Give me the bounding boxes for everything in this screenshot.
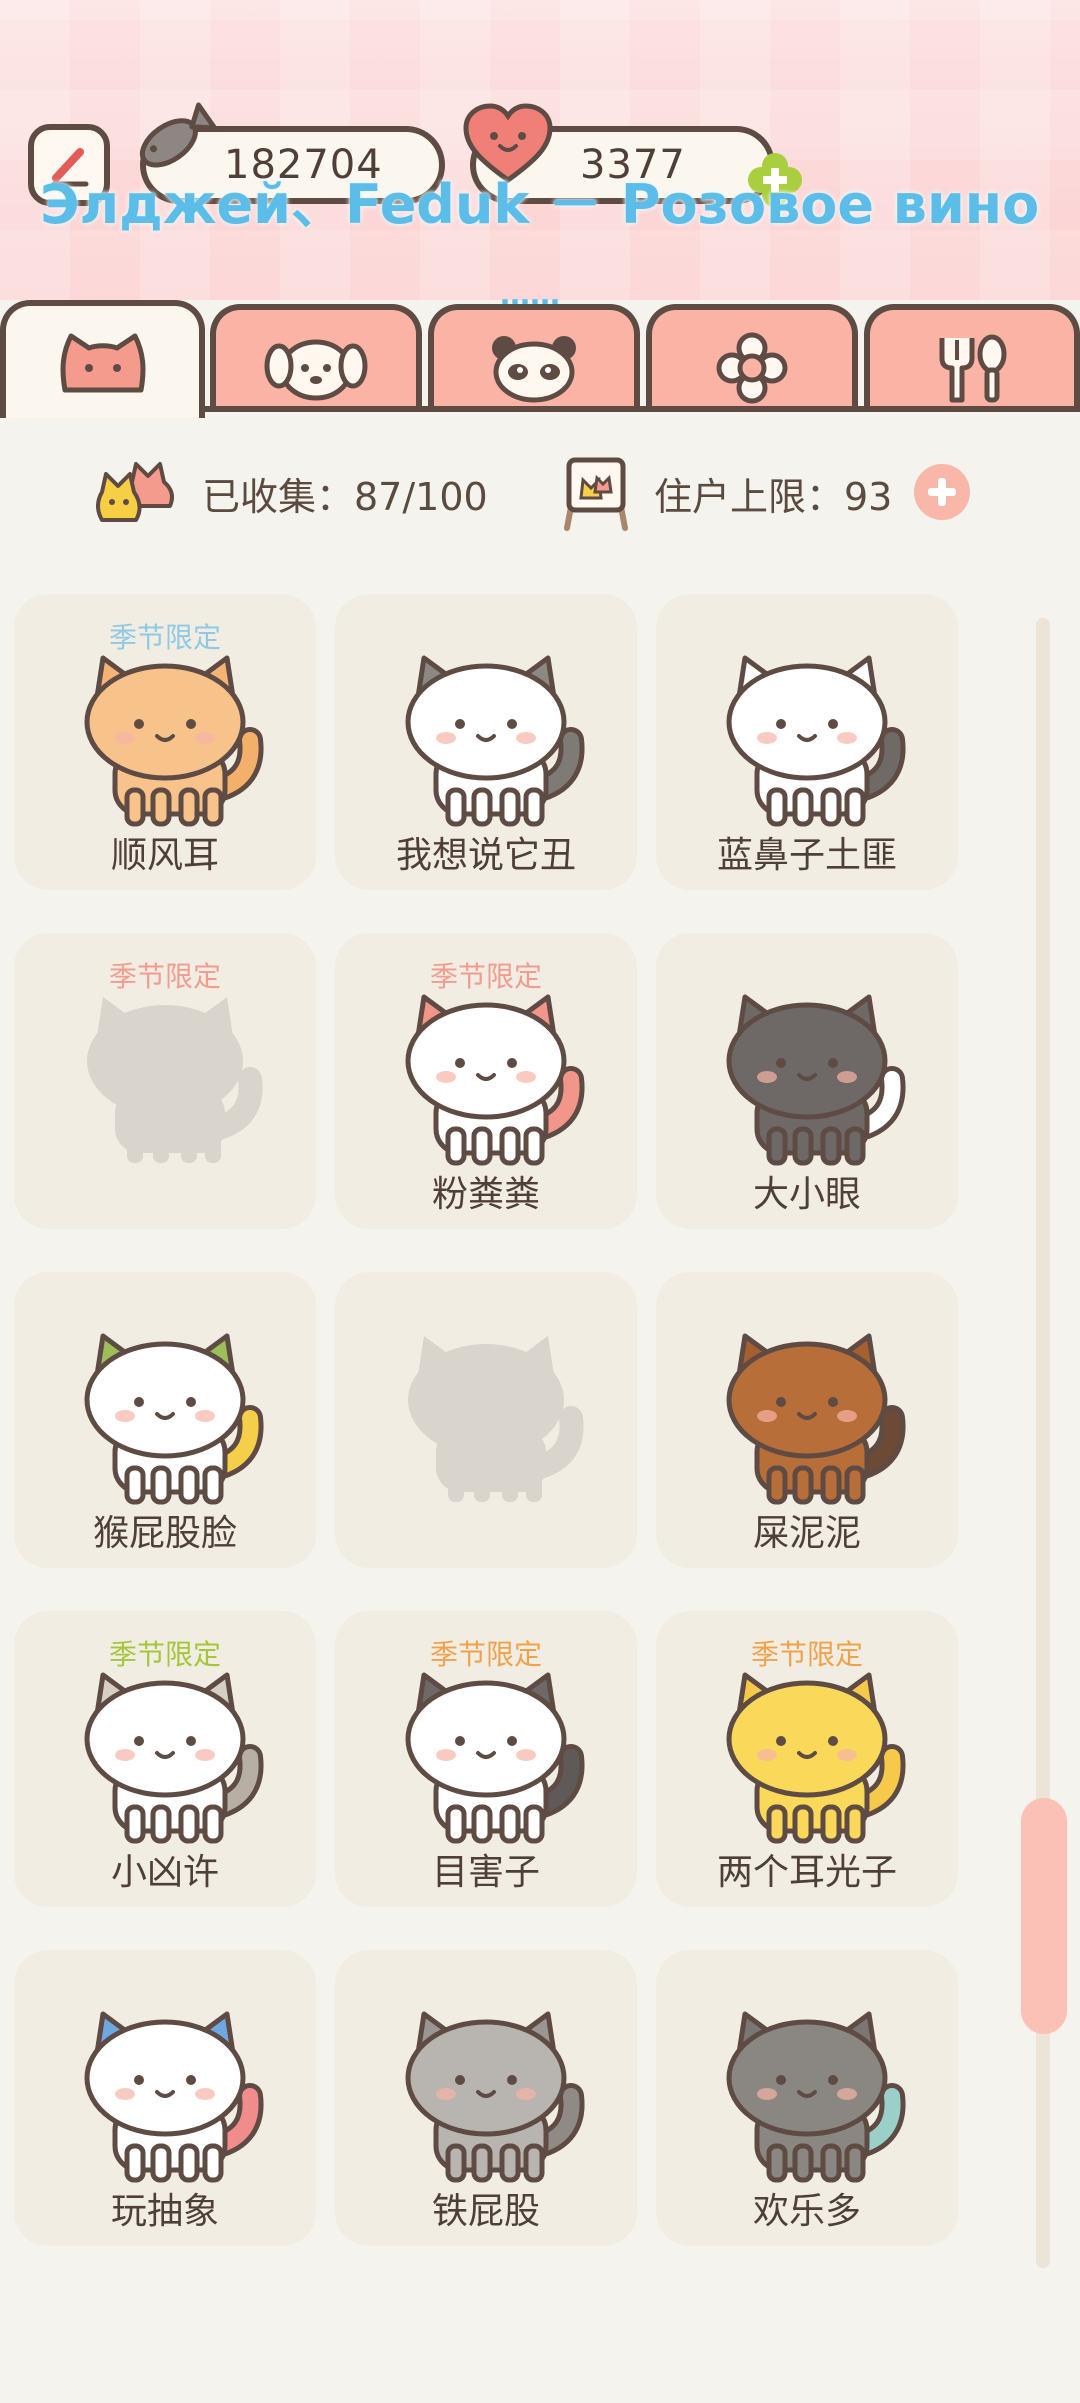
cat-name: 大小眼 — [752, 1174, 861, 1215]
cat-card[interactable]: 铁屁股 — [335, 1950, 637, 2246]
cat-card[interactable]: 我想说它丑 — [335, 594, 637, 890]
residence-sign-icon — [564, 457, 628, 531]
tab-underline — [200, 406, 1080, 412]
cat-illustration — [726, 994, 906, 1166]
cat-card[interactable]: 猴屁股脸 — [14, 1272, 316, 1568]
cat-card[interactable]: 季节限定 粉粪粪 — [335, 933, 637, 1229]
locked-cat-silhouette — [408, 1336, 584, 1502]
cat-illustration — [405, 655, 585, 827]
cat-name: 猴屁股脸 — [92, 1513, 237, 1554]
cat-card[interactable]: 欢乐多 — [656, 1950, 958, 2246]
cat-name: 铁屁股 — [431, 2191, 540, 2232]
cat-illustration — [726, 2011, 906, 2183]
cat-name: 欢乐多 — [752, 2191, 861, 2232]
cat-card[interactable]: 季节限定 小凶许 — [14, 1611, 316, 1907]
cat-card[interactable]: 玩抽象 — [14, 1950, 316, 2246]
cat-illustration — [84, 655, 264, 827]
cat-card[interactable]: 屎泥泥 — [656, 1272, 958, 1568]
stats-row: 已收集：87/100 住户上限：93 — [0, 440, 1080, 540]
flower-icon — [716, 332, 788, 404]
cat-card[interactable]: 季节限定 目害子 — [335, 1611, 637, 1907]
dog-face-icon — [264, 339, 368, 401]
cat-illustration — [84, 2011, 264, 2183]
tab-dogs[interactable] — [210, 304, 422, 412]
cat-name: 我想说它丑 — [395, 835, 576, 876]
cat-illustration — [726, 1672, 906, 1844]
cat-illustration — [405, 1672, 585, 1844]
tab-plants[interactable] — [646, 304, 858, 412]
cat-card[interactable] — [335, 1272, 637, 1568]
tab-pandas[interactable] — [428, 304, 640, 412]
cat-name: 玩抽象 — [110, 2191, 219, 2232]
cat-card[interactable]: 季节限定 顺风耳 — [14, 594, 316, 890]
cat-name: 两个耳光子 — [716, 1852, 897, 1893]
cat-name: 粉粪粪 — [431, 1174, 540, 1215]
collected-label: 已收集：87/100 — [202, 475, 488, 519]
locked-cat-silhouette — [87, 997, 263, 1163]
cat-face-icon — [60, 333, 145, 393]
scrollbar-thumb[interactable] — [1021, 1798, 1067, 2034]
cat-name: 屎泥泥 — [752, 1513, 861, 1554]
floating-lyric-overlay: Элджей、Feduk － Розовое вино — [40, 173, 1040, 236]
cat-card[interactable]: 蓝鼻子土匪 — [656, 594, 958, 890]
cat-illustration — [726, 655, 906, 827]
cat-name: 目害子 — [431, 1852, 540, 1893]
cat-illustration — [405, 994, 585, 1166]
cat-card[interactable]: 大小眼 — [656, 933, 958, 1229]
cat-illustration — [84, 1672, 264, 1844]
add-capacity-button[interactable] — [914, 464, 970, 520]
cat-name: 顺风耳 — [110, 835, 219, 876]
cat-illustration — [726, 1333, 906, 1505]
category-tabs — [0, 300, 1080, 418]
cat-card[interactable]: 季节限定 两个耳光子 — [656, 1611, 958, 1907]
fork-spoon-icon — [939, 334, 1007, 403]
cat-illustration — [405, 2011, 585, 2183]
collected-cats-icon — [96, 462, 174, 522]
cat-name: 蓝鼻子土匪 — [716, 835, 897, 876]
tab-cats[interactable] — [0, 300, 205, 418]
panda-face-icon — [492, 336, 576, 403]
cat-name: 小凶许 — [110, 1852, 219, 1893]
cat-card[interactable]: 季节限定 — [14, 933, 316, 1229]
tab-food[interactable] — [864, 304, 1080, 412]
capacity-label: 住户上限：93 — [654, 475, 893, 519]
cat-illustration — [84, 1333, 264, 1505]
